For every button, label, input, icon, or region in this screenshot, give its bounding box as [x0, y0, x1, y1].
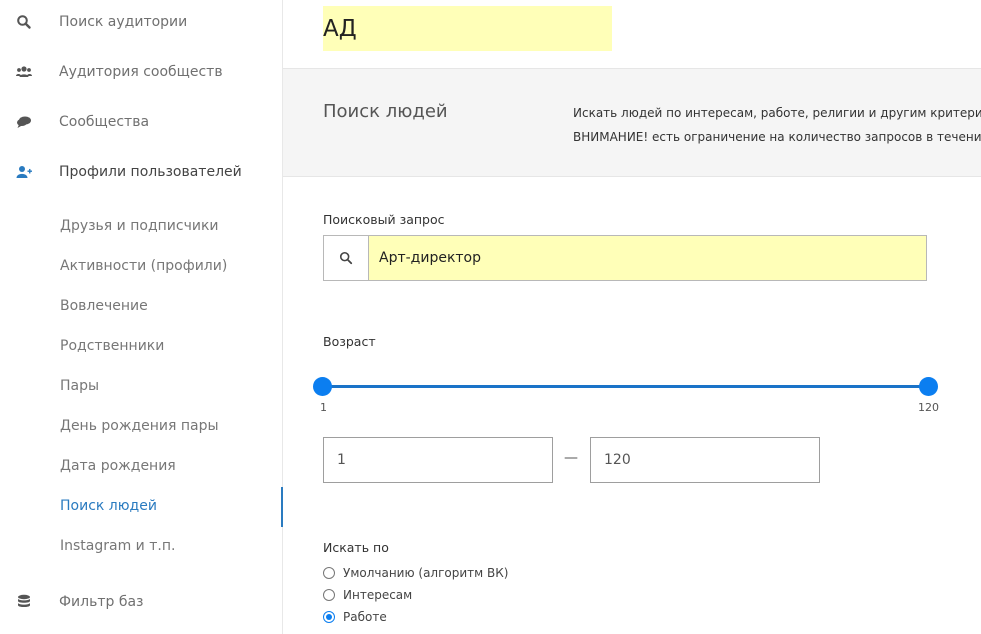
project-title-box: АД — [323, 6, 612, 51]
search-field — [323, 235, 927, 281]
info-warning: ВНИМАНИЕ! есть ограничение на количество… — [573, 130, 981, 144]
age-slider-track[interactable] — [323, 385, 928, 388]
sidebar-subitem-engagement[interactable]: Вовлечение — [60, 298, 148, 314]
sidebar-subitem-instagram[interactable]: Instagram и т.п. — [60, 538, 175, 554]
search-query-label: Поисковый запрос — [323, 212, 445, 227]
sidebar-subitem-couple-birthday[interactable]: День рождения пары — [60, 418, 219, 434]
sidebar-item-database-filter[interactable]: Фильтр баз — [0, 587, 283, 617]
sidebar-subitem-birth-date[interactable]: Дата рождения — [60, 458, 176, 474]
radio-button[interactable] — [323, 567, 335, 579]
search-icon — [17, 15, 31, 29]
range-dash: — — [564, 450, 578, 466]
age-from-input[interactable] — [323, 437, 553, 483]
sidebar-item-user-profiles[interactable]: Профили пользователей — [0, 157, 283, 187]
users-icon — [16, 66, 32, 77]
section-title: Поиск людей — [323, 101, 448, 122]
age-slider-min-handle[interactable] — [313, 377, 332, 396]
search-by-default-option[interactable]: Умолчанию (алгоритм ВК) — [323, 565, 508, 581]
age-label: Возраст — [323, 334, 376, 349]
page-header: АД — [283, 0, 981, 69]
sidebar-subitem-activities[interactable]: Активности (профили) — [60, 258, 227, 274]
search-icon — [339, 251, 353, 265]
age-to-input[interactable] — [590, 437, 820, 483]
radio-label: Работе — [343, 610, 387, 624]
sidebar-subitem-people-search[interactable]: Поиск людей — [60, 498, 157, 514]
radio-label: Интересам — [343, 588, 413, 602]
info-panel: Поиск людей Искать людей по интересам, р… — [283, 69, 981, 177]
age-slider-max-handle[interactable] — [919, 377, 938, 396]
sidebar-subitem-friends[interactable]: Друзья и подписчики — [60, 218, 219, 234]
sidebar-subitem-couples[interactable]: Пары — [60, 378, 99, 394]
sidebar-item-audience-search[interactable]: Поиск аудитории — [0, 7, 283, 37]
search-by-label: Искать по — [323, 540, 389, 555]
sidebar-item-label: Поиск аудитории — [59, 14, 188, 30]
search-input[interactable] — [369, 236, 926, 280]
user-plus-icon — [16, 166, 32, 178]
sidebar-item-label: Фильтр баз — [59, 594, 144, 610]
search-by-work-option[interactable]: Работе — [323, 609, 387, 625]
comments-icon — [17, 116, 31, 128]
age-slider-min-label: 1 — [320, 401, 327, 414]
age-slider-max-label: 120 — [918, 401, 939, 414]
page-title: АД — [323, 16, 357, 42]
main-content: АД Поиск людей Искать людей по интересам… — [283, 0, 981, 634]
database-icon — [18, 594, 30, 607]
sidebar: Поиск аудитории Аудитория сообществ Сооб… — [0, 0, 283, 634]
search-by-interests-option[interactable]: Интересам — [323, 587, 412, 603]
radio-button[interactable] — [323, 589, 335, 601]
sidebar-item-communities[interactable]: Сообщества — [0, 107, 283, 137]
sidebar-item-label: Сообщества — [59, 114, 150, 130]
sidebar-item-label: Профили пользователей — [59, 164, 242, 180]
radio-button-checked[interactable] — [323, 611, 335, 623]
sidebar-item-community-audience[interactable]: Аудитория сообществ — [0, 57, 283, 87]
info-description: Искать людей по интересам, работе, религ… — [573, 106, 981, 120]
search-button[interactable] — [324, 236, 369, 280]
sidebar-subitem-relatives[interactable]: Родственники — [60, 338, 164, 354]
radio-label: Умолчанию (алгоритм ВК) — [343, 566, 509, 580]
sidebar-item-label: Аудитория сообществ — [59, 64, 223, 80]
